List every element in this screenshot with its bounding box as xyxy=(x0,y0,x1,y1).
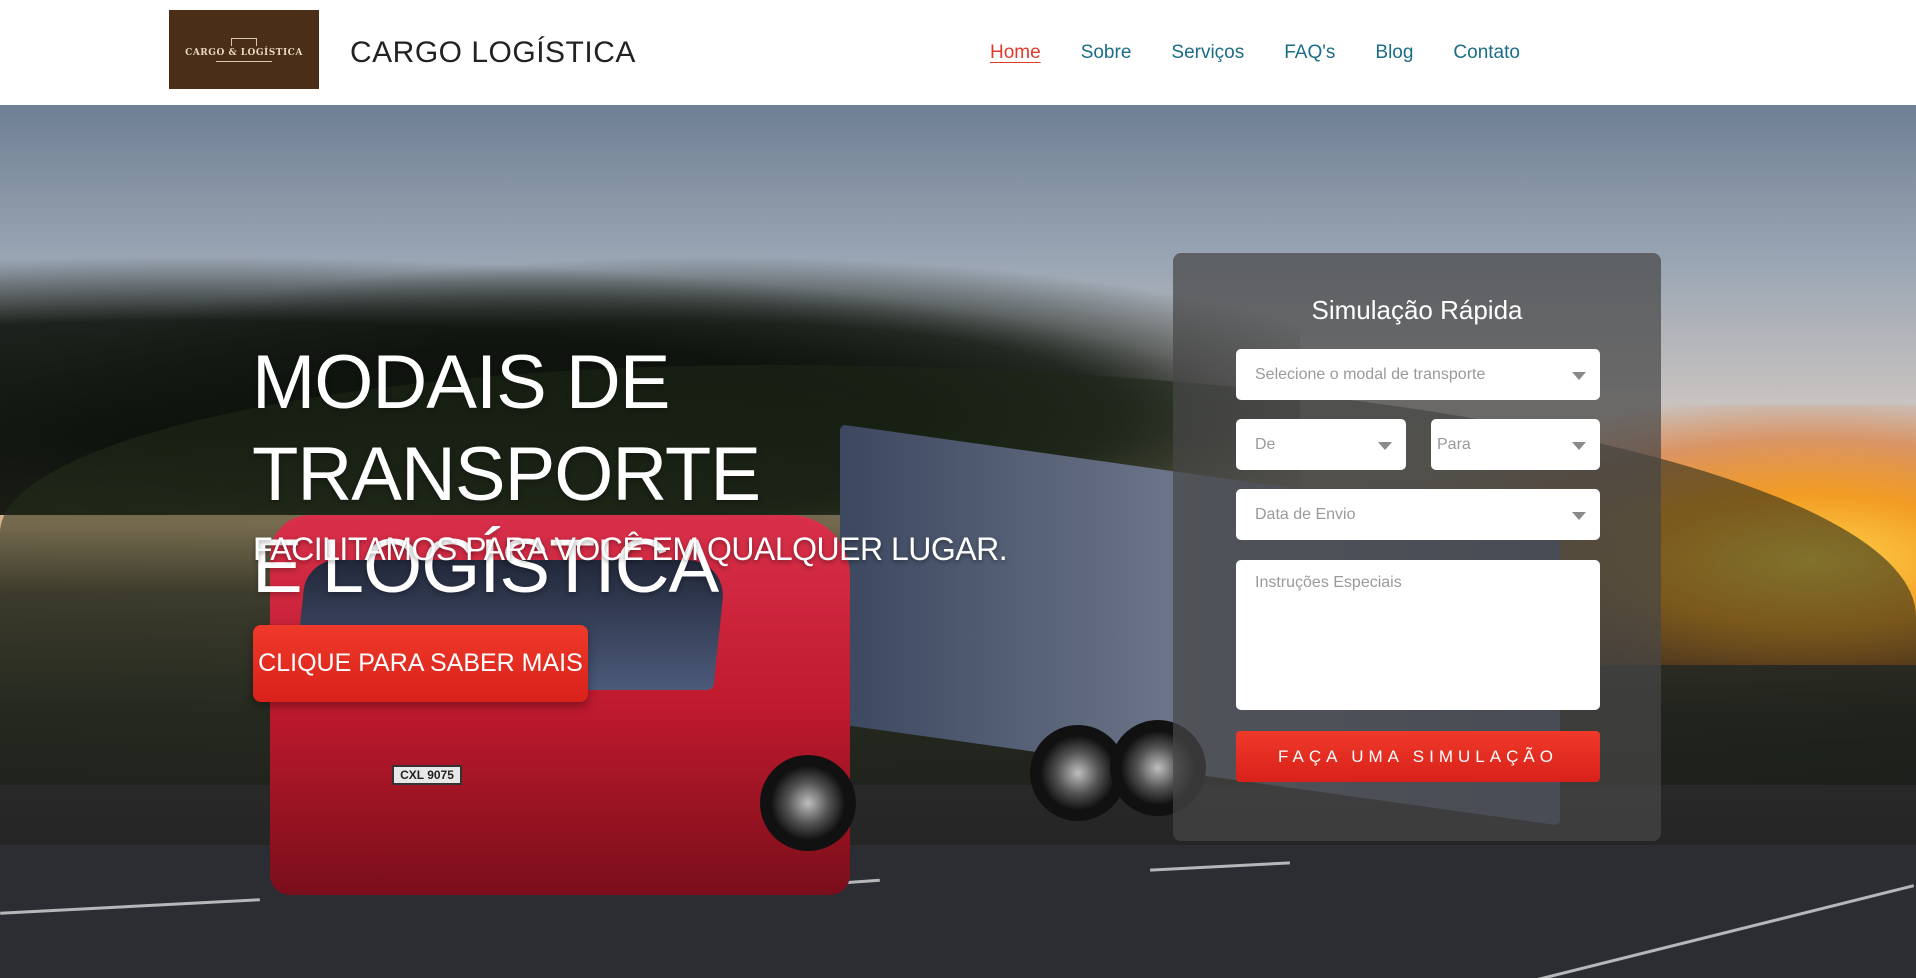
nav-blog[interactable]: Blog xyxy=(1375,42,1413,64)
transport-modal-placeholder: Selecione o modal de transporte xyxy=(1255,365,1486,383)
chevron-down-icon xyxy=(1572,511,1586,520)
from-select[interactable]: De xyxy=(1236,419,1406,470)
main-nav: Home Sobre Serviços FAQ's Blog Contato xyxy=(990,42,1520,64)
truck-license-plate: CXL 9075 xyxy=(392,765,462,785)
site-header: CARGO & LOGÍSTICA CARGO LOGÍSTICA Home S… xyxy=(0,0,1916,105)
nav-sobre[interactable]: Sobre xyxy=(1081,42,1132,64)
chevron-down-icon xyxy=(1572,371,1586,380)
logo-text: CARGO & LOGÍSTICA xyxy=(185,47,303,58)
nav-servicos[interactable]: Serviços xyxy=(1171,42,1244,64)
learn-more-button[interactable]: CLIQUE PARA SABER MAIS xyxy=(253,625,588,702)
chevron-down-icon xyxy=(1572,441,1586,450)
special-instructions-textarea[interactable]: Instruções Especiais xyxy=(1236,560,1600,710)
road-marking xyxy=(1150,861,1290,872)
to-select[interactable]: Para xyxy=(1431,419,1600,470)
to-placeholder: Para xyxy=(1437,435,1471,453)
ship-date-select[interactable]: Data de Envio xyxy=(1236,489,1600,540)
special-instructions-placeholder: Instruções Especiais xyxy=(1255,574,1402,591)
nav-faqs[interactable]: FAQ's xyxy=(1284,42,1335,64)
road-marking xyxy=(0,898,260,915)
hero-subtitle: FACILITAMOS PARA VOCÊ EM QUALQUER LUGAR. xyxy=(253,531,1008,567)
road-edge xyxy=(1505,884,1915,978)
panel-title: Simulação Rápida xyxy=(1311,295,1523,325)
nav-home[interactable]: Home xyxy=(990,42,1041,64)
quick-simulation-panel: Simulação Rápida Selecione o modal de tr… xyxy=(1173,253,1661,841)
from-placeholder: De xyxy=(1255,435,1276,453)
logo-divider xyxy=(216,60,272,62)
logo-truck-icon xyxy=(231,37,257,46)
ship-date-placeholder: Data de Envio xyxy=(1255,505,1356,523)
brand-name: CARGO LOGÍSTICA xyxy=(350,36,636,69)
simulate-button[interactable]: FAÇA UMA SIMULAÇÃO xyxy=(1236,731,1600,782)
truck-wheel xyxy=(760,755,856,851)
hero-title-line1: MODAIS DE TRANSPORTE xyxy=(252,340,761,517)
chevron-down-icon xyxy=(1378,441,1392,450)
logo[interactable]: CARGO & LOGÍSTICA xyxy=(169,10,319,89)
hero-title: MODAIS DE TRANSPORTE E LOGÍSTICA xyxy=(252,337,1152,613)
nav-contato[interactable]: Contato xyxy=(1453,42,1520,64)
transport-modal-select[interactable]: Selecione o modal de transporte xyxy=(1236,349,1600,400)
